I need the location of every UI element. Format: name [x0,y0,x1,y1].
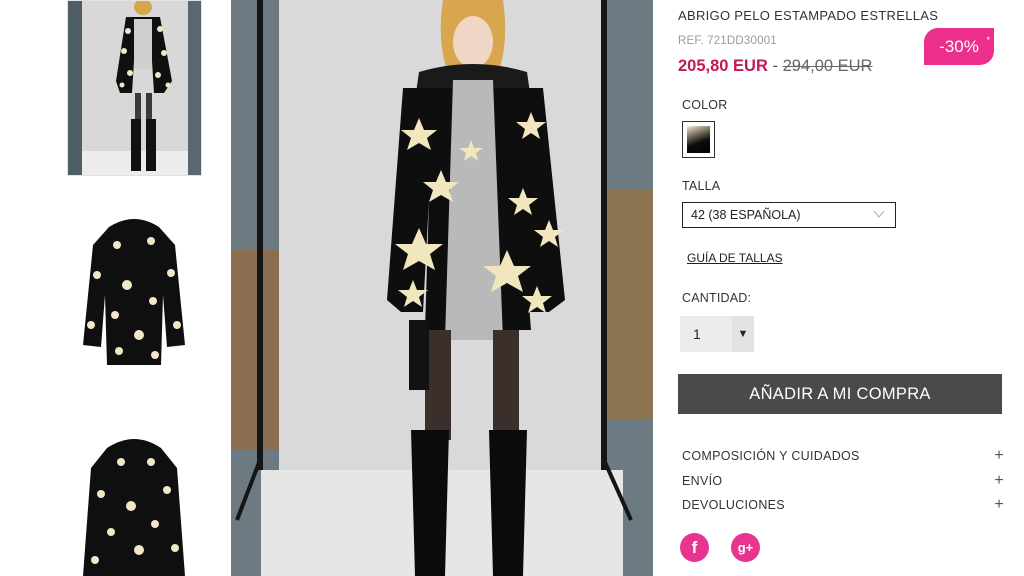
size-selected-value: 42 (38 ESPAÑOLA) [691,208,801,222]
thumbnail-model-image [68,1,201,175]
current-price: 205,80 EUR [678,57,768,75]
thumbnail-gallery [67,0,202,576]
accordion-label: COMPOSICIÓN Y CUIDADOS [682,449,860,463]
add-to-cart-button[interactable]: AÑADIR A MI COMPRA [678,374,1002,414]
discount-badge: -30% * [924,28,994,65]
plus-icon: + [994,496,1004,513]
dropdown-arrow-icon: ▼ [732,316,754,352]
product-info-panel: ABRIGO PELO ESTAMPADO ESTRELLAS REF. 721… [678,0,1008,576]
main-product-image [231,0,653,576]
googleplus-icon: g+ [737,540,754,555]
chevron-down-icon [873,207,885,224]
size-select[interactable]: 42 (38 ESPAÑOLA) [682,202,896,228]
facebook-icon: f [691,538,698,557]
black-cream-swatch-icon [687,126,710,153]
product-title: ABRIGO PELO ESTAMPADO ESTRELLAS [678,8,939,23]
discount-value: -30% [939,37,979,56]
thumbnail-coat-front-image [67,205,202,375]
accordion-label: DEVOLUCIONES [682,498,785,512]
thumbnail-coat-detail-image [67,420,202,576]
quantity-label: CANTIDAD: [682,291,752,305]
price-row: 205,80 EUR - 294,00 EUR [678,57,872,76]
accordion-label: ENVÍO [682,474,723,488]
facebook-share-button[interactable]: f [680,533,709,562]
plus-icon: + [994,472,1004,489]
original-price: 294,00 EUR [782,57,873,75]
accordion-returns[interactable]: DEVOLUCIONES + [682,496,1004,513]
product-reference: REF. 721DD30001 [678,35,777,47]
color-label: COLOR [682,98,728,112]
googleplus-share-button[interactable]: g+ [731,533,760,562]
size-guide-link[interactable]: GUÍA DE TALLAS [687,251,783,265]
thumbnail-coat-detail[interactable] [67,420,202,576]
price-separator: - [772,57,778,75]
thumbnail-model[interactable] [67,0,202,176]
main-product-photo [231,0,653,576]
thumbnail-coat-front[interactable] [67,205,202,375]
accordion-shipping[interactable]: ENVÍO + [682,472,1004,489]
accordion-composition[interactable]: COMPOSICIÓN Y CUIDADOS + [682,447,1004,464]
plus-icon: + [994,447,1004,464]
size-label: TALLA [682,179,721,193]
quantity-select[interactable]: 1 ▼ [680,316,754,352]
quantity-value: 1 [693,326,701,342]
color-swatch[interactable] [682,121,715,158]
discount-asterisk: * [986,35,990,45]
